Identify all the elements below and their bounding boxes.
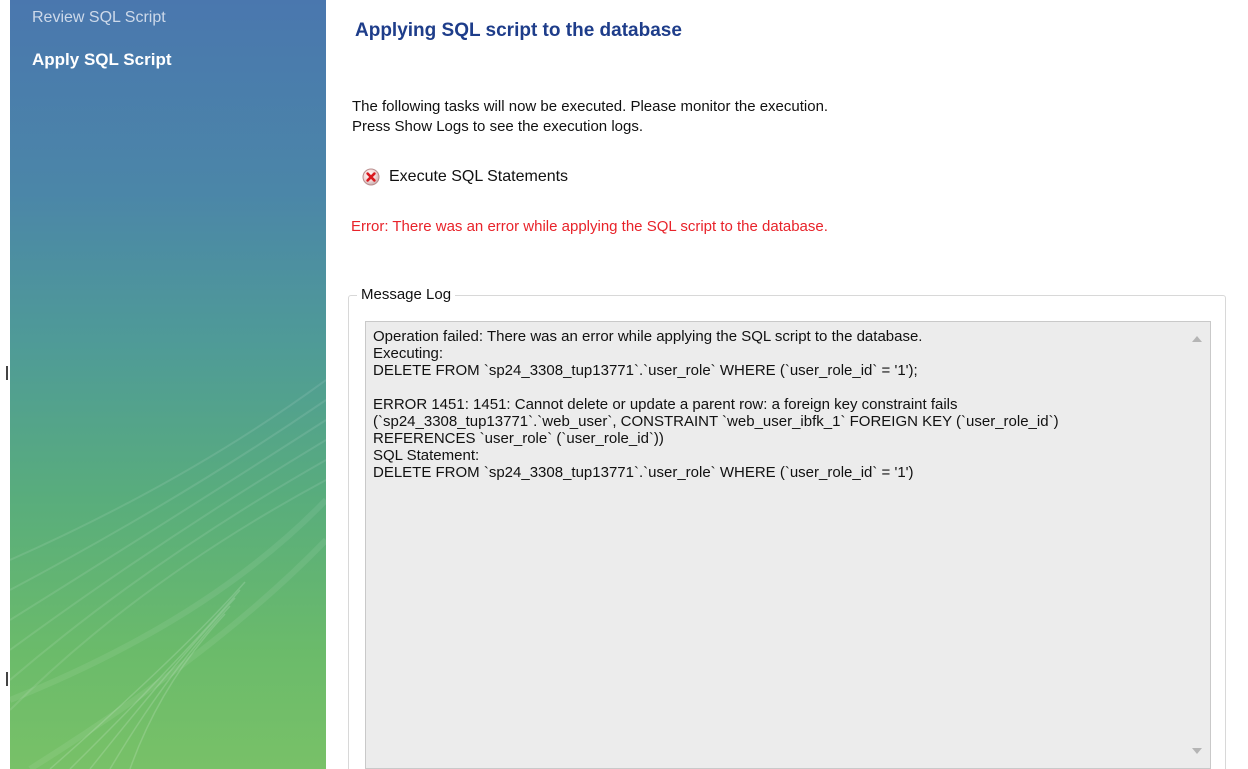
scroll-down-arrow-icon[interactable]: [1192, 748, 1202, 754]
scroll-up-arrow-icon[interactable]: [1192, 336, 1202, 342]
log-line: DELETE FROM `sp24_3308_tup13771`.`user_r…: [373, 464, 914, 481]
error-message: Error: There was an error while applying…: [351, 218, 828, 235]
decorative-swoosh-graphic: [10, 379, 326, 769]
sql-apply-wizard: Review SQL Script Apply SQL Script Apply…: [0, 0, 1248, 769]
instruction-text-line: Press Show Logs to see the execution log…: [352, 118, 644, 135]
message-log-title: Message Log: [357, 286, 456, 303]
log-line: SQL Statement:: [373, 447, 480, 464]
log-line: DELETE FROM `sp24_3308_tup13771`.`user_r…: [373, 362, 918, 379]
log-line: ERROR 1451: 1451: Cannot delete or updat…: [373, 396, 958, 413]
wizard-sidebar: Review SQL Script Apply SQL Script: [10, 0, 326, 769]
sidebar-item-review-sql-script[interactable]: Review SQL Script: [32, 9, 166, 27]
page-title: Applying SQL script to the database: [355, 20, 682, 41]
log-scrollbar[interactable]: [1184, 322, 1210, 768]
log-line: Executing:: [373, 345, 444, 362]
instruction-text-line: The following tasks will now be executed…: [352, 98, 829, 115]
log-line: REFERENCES `user_role` (`user_role_id`)): [373, 430, 664, 447]
edge-marker: [6, 672, 8, 686]
edge-marker: [6, 366, 8, 380]
task-label: Execute SQL Statements: [389, 168, 569, 185]
log-line: (`sp24_3308_tup13771`.`web_user`, CONSTR…: [373, 413, 1059, 430]
message-log-content: Operation failed: There was an error whi…: [373, 328, 1173, 481]
task-row-execute-sql-statements: Execute SQL Statements: [362, 166, 568, 188]
error-circle-x-icon: [362, 168, 380, 186]
log-line: Operation failed: There was an error whi…: [373, 328, 923, 345]
message-log-textarea[interactable]: Operation failed: There was an error whi…: [365, 321, 1211, 769]
sidebar-item-apply-sql-script[interactable]: Apply SQL Script: [32, 50, 172, 70]
